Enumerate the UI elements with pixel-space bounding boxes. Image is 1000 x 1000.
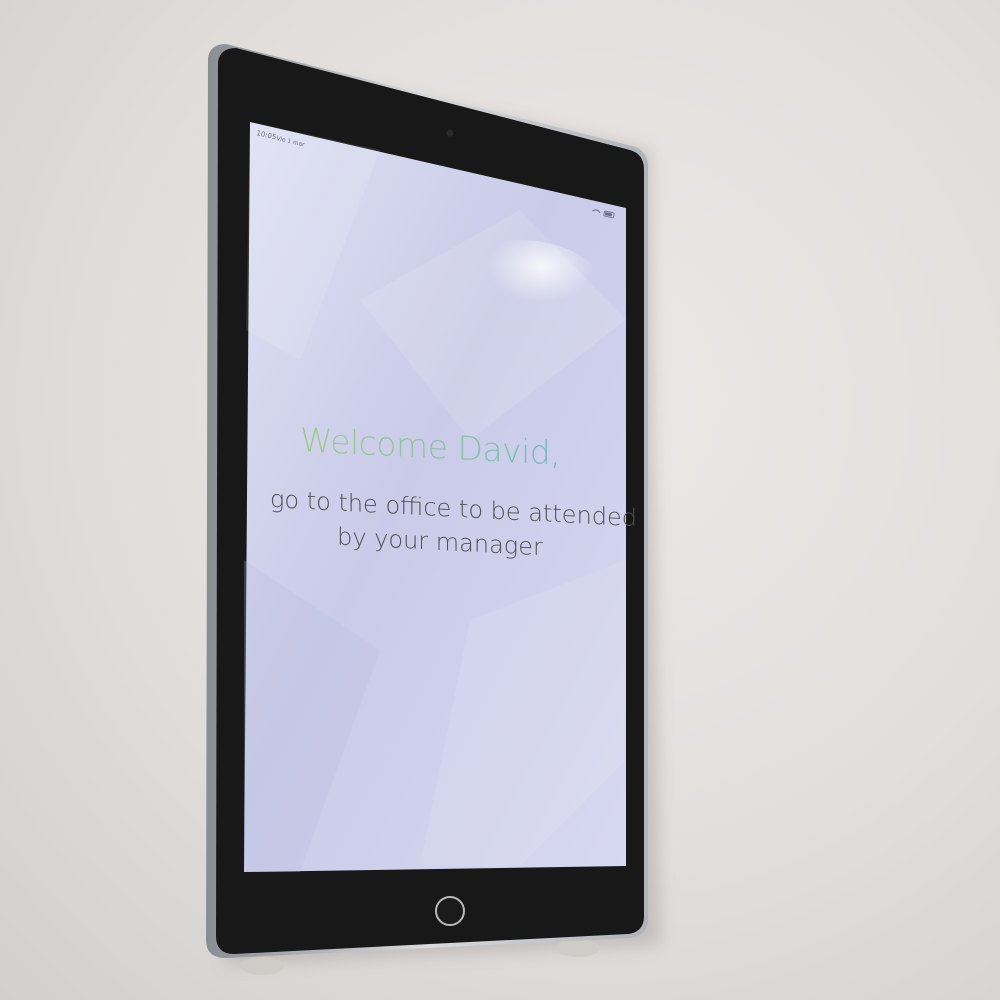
front-camera [446, 129, 454, 137]
mount-foot-right [556, 939, 600, 957]
home-button[interactable] [435, 896, 465, 926]
screen-glare [430, 240, 610, 360]
mount-foot-left [240, 957, 284, 975]
